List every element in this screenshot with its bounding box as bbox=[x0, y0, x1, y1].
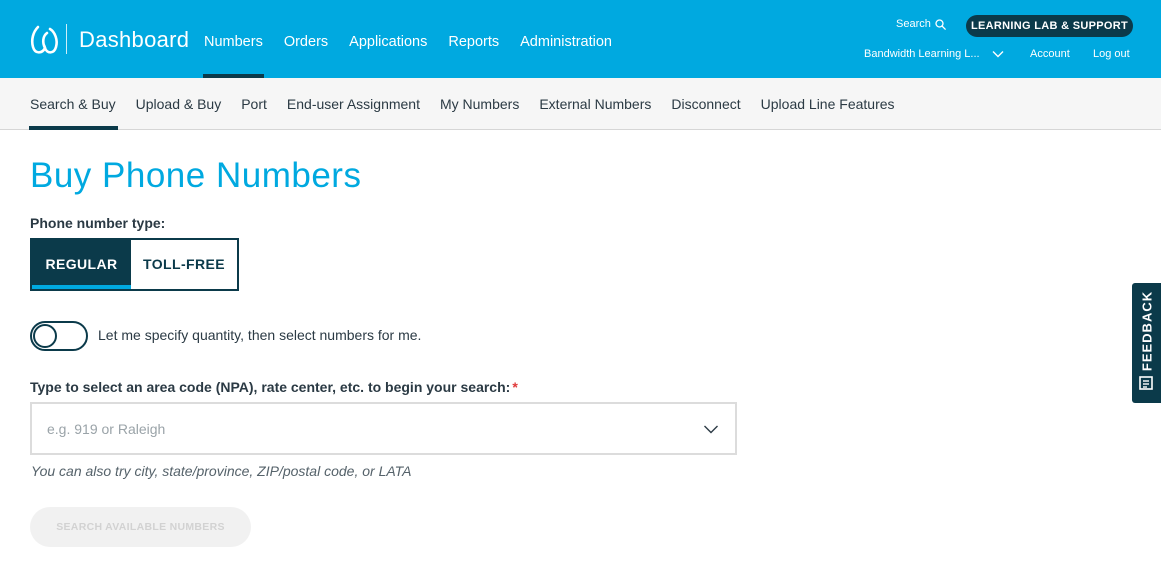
quantity-toggle-label: Let me specify quantity, then select num… bbox=[98, 327, 422, 343]
learning-lab-button[interactable]: LEARNING LAB & SUPPORT bbox=[966, 15, 1133, 37]
nav-item-administration[interactable]: Administration bbox=[520, 0, 612, 78]
sub-nav: Search & Buy Upload & Buy Port End-user … bbox=[0, 78, 1161, 130]
account-selector[interactable]: Bandwidth Learning L... bbox=[864, 48, 1004, 60]
subnav-item-upload-buy[interactable]: Upload & Buy bbox=[136, 78, 222, 130]
subnav-item-disconnect[interactable]: Disconnect bbox=[671, 78, 740, 130]
feedback-tab[interactable]: FEEDBACK bbox=[1132, 283, 1161, 403]
area-code-search-box bbox=[30, 402, 737, 455]
chevron-down-icon[interactable] bbox=[703, 421, 719, 437]
page-title: Buy Phone Numbers bbox=[30, 156, 362, 195]
toggle-knob bbox=[33, 324, 57, 348]
brand-title[interactable]: Dashboard bbox=[79, 27, 189, 53]
area-code-search-label: Type to select an area code (NPA), rate … bbox=[30, 379, 518, 395]
phone-type-label: Phone number type: bbox=[30, 215, 166, 231]
chevron-down-icon bbox=[992, 51, 1004, 58]
subnav-item-search-buy[interactable]: Search & Buy bbox=[29, 78, 118, 130]
search-hint: You can also try city, state/province, Z… bbox=[31, 463, 412, 479]
phone-type-toggle: REGULAR TOLL-FREE bbox=[30, 238, 239, 291]
nav-item-applications[interactable]: Applications bbox=[349, 0, 427, 78]
quantity-toggle-switch[interactable] bbox=[30, 321, 88, 351]
logout-link[interactable]: Log out bbox=[1093, 48, 1130, 60]
header-search-link[interactable]: Search bbox=[896, 18, 946, 30]
search-available-numbers-button[interactable]: SEARCH AVAILABLE NUMBERS bbox=[30, 507, 251, 547]
account-link[interactable]: Account bbox=[1030, 48, 1070, 60]
nav-item-reports[interactable]: Reports bbox=[448, 0, 499, 78]
top-bar: Dashboard Numbers Orders Applications Re… bbox=[0, 0, 1161, 78]
account-selector-label: Bandwidth Learning L... bbox=[864, 48, 980, 60]
header-search-label: Search bbox=[896, 18, 931, 30]
subnav-item-end-user-assignment[interactable]: End-user Assignment bbox=[287, 78, 420, 130]
area-code-search-label-text: Type to select an area code (NPA), rate … bbox=[30, 379, 511, 395]
toll-free-type-button[interactable]: TOLL-FREE bbox=[131, 240, 237, 289]
bandwidth-logo-icon[interactable] bbox=[29, 24, 59, 56]
main-nav: Numbers Orders Applications Reports Admi… bbox=[203, 0, 633, 78]
brand-divider bbox=[66, 24, 67, 54]
nav-item-orders[interactable]: Orders bbox=[284, 0, 328, 78]
subnav-item-my-numbers[interactable]: My Numbers bbox=[440, 78, 519, 130]
subnav-item-external-numbers[interactable]: External Numbers bbox=[539, 78, 651, 130]
subnav-item-port[interactable]: Port bbox=[241, 78, 267, 130]
required-mark: * bbox=[512, 379, 518, 395]
feedback-icon bbox=[1139, 376, 1153, 390]
area-code-search-input[interactable] bbox=[47, 404, 687, 453]
subnav-item-upload-line-features[interactable]: Upload Line Features bbox=[761, 78, 895, 130]
search-icon bbox=[935, 18, 946, 30]
regular-type-button[interactable]: REGULAR bbox=[32, 240, 131, 289]
feedback-label: FEEDBACK bbox=[1139, 290, 1154, 372]
nav-item-numbers[interactable]: Numbers bbox=[203, 0, 264, 78]
